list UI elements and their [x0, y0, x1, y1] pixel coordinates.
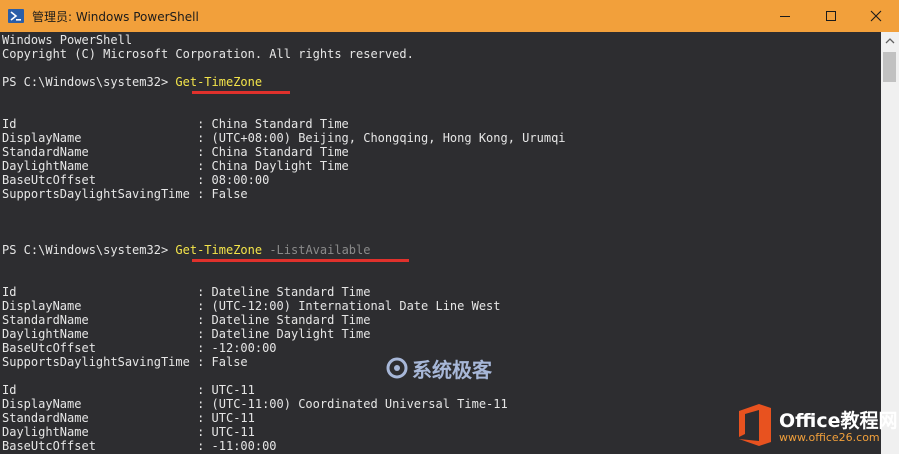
prompt: PS C:\Windows\system32>: [2, 243, 176, 257]
output-line: DisplayName : (UTC+08:00) Beijing, Chong…: [2, 131, 566, 145]
output-line: StandardName : UTC-11: [2, 411, 255, 425]
output-line: DaylightName : China Daylight Time: [2, 159, 349, 173]
close-icon: [870, 10, 882, 22]
brand-logo: Office教程网 www.office26.com: [735, 403, 898, 449]
window-title: 管理员: Windows PowerShell: [32, 10, 199, 24]
powershell-window: 管理员: Windows PowerShell Windows PowerShe…: [0, 0, 899, 454]
output-line: SupportsDaylightSavingTime : False: [2, 187, 248, 201]
vertical-scrollbar[interactable]: [881, 32, 899, 454]
prompt-line-2: PS C:\Windows\system32> Get-TimeZone -Li…: [2, 243, 370, 257]
minimize-icon: [780, 16, 790, 17]
output-line: Id : China Standard Time: [2, 117, 349, 131]
command-underline: [192, 91, 290, 94]
console-output[interactable]: Windows PowerShell Copyright (C) Microso…: [0, 32, 881, 454]
brand-url: www.office26.com: [779, 431, 880, 444]
powershell-icon: [8, 9, 24, 23]
minimize-button[interactable]: [762, 0, 808, 32]
close-button[interactable]: [853, 0, 899, 32]
output-line: BaseUtcOffset : -12:00:00: [2, 341, 277, 355]
output-line: Id : UTC-11: [2, 383, 255, 397]
scrollbar-thumb[interactable]: [883, 52, 896, 82]
output-line: BaseUtcOffset : -11:00:00: [2, 439, 277, 453]
output-line: DisplayName : (UTC-12:00) International …: [2, 299, 501, 313]
output-line: DaylightName : Dateline Daylight Time: [2, 327, 371, 341]
maximize-icon: [826, 11, 836, 21]
output-line: BaseUtcOffset : 08:00:00: [2, 173, 270, 187]
command: Get-TimeZone: [175, 75, 263, 89]
banner-line: Windows PowerShell: [2, 33, 133, 47]
watermark-text: 系统极客: [412, 357, 492, 382]
output-line: DisplayName : (UTC-11:00) Coordinated Un…: [2, 397, 508, 411]
command-parameter: -ListAvailable: [262, 243, 371, 257]
brand-name: Office教程网: [779, 410, 898, 432]
output-line: DaylightName : UTC-11: [2, 425, 255, 439]
office-logo-icon: [739, 404, 771, 446]
output-line: SupportsDaylightSavingTime : False: [2, 355, 248, 369]
banner-line: Copyright (C) Microsoft Corporation. All…: [2, 47, 414, 61]
prompt: PS C:\Windows\system32>: [2, 75, 176, 89]
output-line: Id : Dateline Standard Time: [2, 285, 371, 299]
prompt-line-1: PS C:\Windows\system32> Get-TimeZone: [2, 75, 262, 89]
output-line: StandardName : China Standard Time: [2, 145, 349, 159]
output-line: StandardName : Dateline Standard Time: [2, 313, 371, 327]
title-bar[interactable]: 管理员: Windows PowerShell: [0, 0, 899, 32]
watermark-logo-icon: [386, 357, 408, 379]
maximize-button[interactable]: [808, 0, 854, 32]
watermark: 系统极客: [386, 353, 492, 383]
command-underline: [192, 259, 409, 262]
scroll-up-arrow-icon[interactable]: [881, 32, 899, 50]
command: Get-TimeZone: [175, 243, 263, 257]
